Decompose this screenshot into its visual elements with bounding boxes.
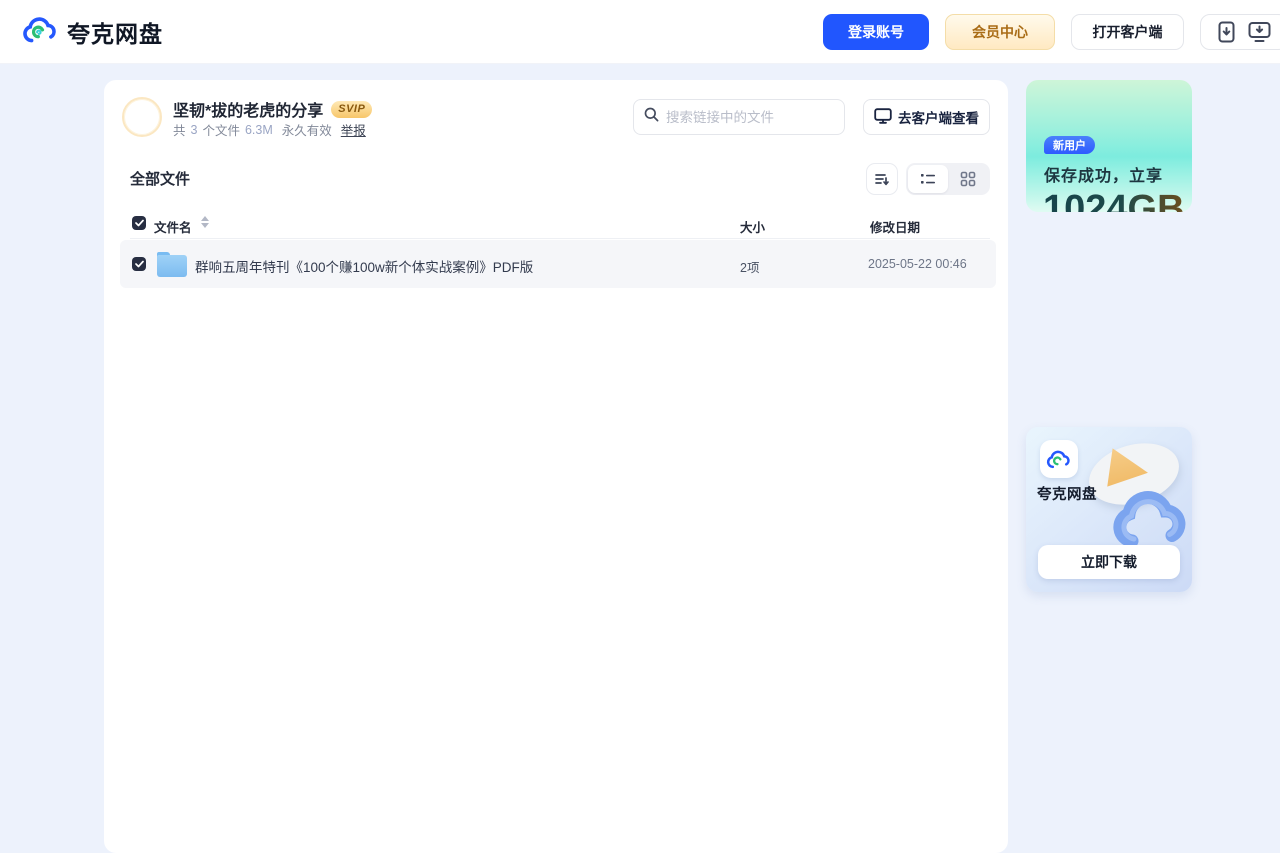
report-link[interactable]: 举报 (341, 120, 366, 139)
quark-app-icon (1040, 440, 1078, 478)
share-meta: 共 3 个文件 6.3M 永久有效 举报 (173, 120, 366, 139)
search-input[interactable] (666, 110, 843, 125)
column-header-size[interactable]: 大小 (740, 217, 765, 236)
file-table-header: 文件名 大小 修改日期 (104, 212, 1008, 238)
search-icon (644, 107, 659, 127)
section-title-all-files: 全部文件 (130, 168, 190, 189)
validity-label: 永久有效 (282, 120, 332, 139)
grid-view-icon (960, 171, 976, 187)
download-now-button[interactable]: 立即下载 (1038, 545, 1180, 579)
file-size: 2项 (740, 257, 759, 276)
promo-app-name: 夸克网盘 (1037, 483, 1097, 504)
file-count: 3 (191, 123, 198, 137)
file-name[interactable]: 群响五周年特刊《100个赚100w新个体实战案例》PDF版 (195, 256, 533, 276)
folder-icon (157, 252, 187, 277)
app-download-promo-card[interactable]: 夸克网盘 立即下载 (1026, 427, 1192, 592)
view-in-client-button[interactable]: 去客户端查看 (863, 99, 990, 135)
mobile-download-icon[interactable] (1218, 21, 1235, 43)
file-date: 2025-05-22 00:46 (868, 257, 967, 271)
row-checkbox[interactable] (132, 257, 146, 271)
top-header: 夸克网盘 登录账号 会员中心 打开客户端 (0, 0, 1280, 64)
client-download-group (1200, 14, 1280, 50)
meta-mid: 个文件 (202, 120, 240, 139)
column-header-name[interactable]: 文件名 (154, 217, 192, 236)
new-user-promo-banner[interactable]: 新用户 保存成功，立享 1024GB (1026, 80, 1192, 212)
promo-capacity: 1024GB (1043, 188, 1185, 212)
open-client-button[interactable]: 打开客户端 (1071, 14, 1184, 50)
promo-line1: 保存成功，立享 (1044, 162, 1163, 186)
share-title: 坚韧*拔的老虎的分享 (173, 97, 323, 121)
quark-cloud-logo-icon (22, 15, 59, 50)
sharer-avatar (122, 97, 162, 137)
file-search-box[interactable] (633, 99, 845, 135)
sort-icon (874, 171, 890, 187)
grid-view-button[interactable] (948, 165, 988, 193)
file-row[interactable]: 群响五周年特刊《100个赚100w新个体实战案例》PDF版 2项 2025-05… (120, 240, 996, 288)
name-sort-carets-icon[interactable] (201, 216, 209, 228)
table-divider (130, 238, 990, 239)
desktop-download-icon[interactable] (1248, 21, 1271, 43)
select-all-checkbox[interactable] (132, 216, 146, 230)
client-view-label: 去客户端查看 (898, 107, 979, 127)
login-button[interactable]: 登录账号 (823, 14, 929, 50)
brand-name: 夸克网盘 (67, 15, 163, 49)
header-actions: 登录账号 会员中心 打开客户端 (823, 14, 1280, 50)
list-view-icon (920, 172, 936, 186)
list-view-button[interactable] (908, 165, 948, 193)
sort-order-button[interactable] (866, 163, 898, 195)
share-content-card: 坚韧*拔的老虎的分享 SVIP 共 3 个文件 6.3M 永久有效 举报 去客户… (104, 80, 1008, 853)
new-user-badge: 新用户 (1044, 136, 1095, 154)
view-mode-toggle (906, 163, 990, 195)
meta-prefix: 共 (173, 120, 186, 139)
total-size: 6.3M (245, 123, 273, 137)
svip-badge: SVIP (331, 101, 372, 118)
brand-logo[interactable]: 夸克网盘 (22, 12, 163, 52)
column-header-date[interactable]: 修改日期 (870, 217, 920, 236)
monitor-icon (874, 108, 892, 127)
member-center-button[interactable]: 会员中心 (945, 14, 1055, 50)
